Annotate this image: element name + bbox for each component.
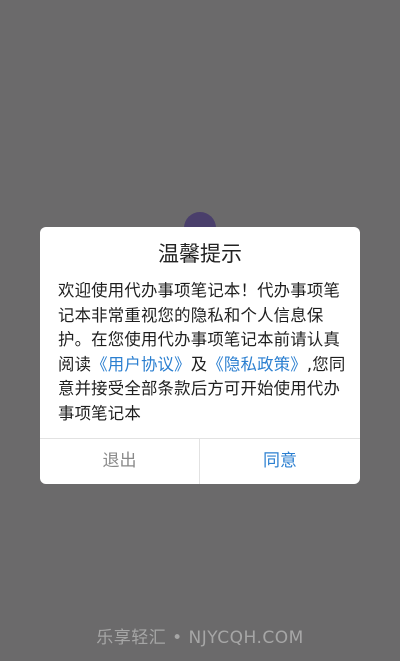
watermark: 乐享轻汇 • NJYCQH.COM bbox=[96, 628, 304, 648]
agree-button[interactable]: 同意 bbox=[200, 439, 360, 484]
privacy-dialog: 温馨提示 欢迎使用代办事项笔记本！代办事项笔记本非常重视您的隐私和个人信息保护。… bbox=[40, 227, 360, 484]
exit-button[interactable]: 退出 bbox=[40, 439, 199, 484]
dimmed-backdrop: 温馨提示 欢迎使用代办事项笔记本！代办事项笔记本非常重视您的隐私和个人信息保护。… bbox=[0, 0, 400, 661]
dialog-message: 欢迎使用代办事项笔记本！代办事项笔记本非常重视您的隐私和个人信息保护。在您使用代… bbox=[58, 279, 350, 427]
dialog-title: 温馨提示 bbox=[158, 242, 242, 266]
privacy-policy-link[interactable]: 《隐私政策》 bbox=[207, 355, 307, 374]
dialog-message-and: 及 bbox=[190, 354, 208, 374]
user-agreement-link[interactable]: 《用户协议》 bbox=[91, 355, 191, 374]
